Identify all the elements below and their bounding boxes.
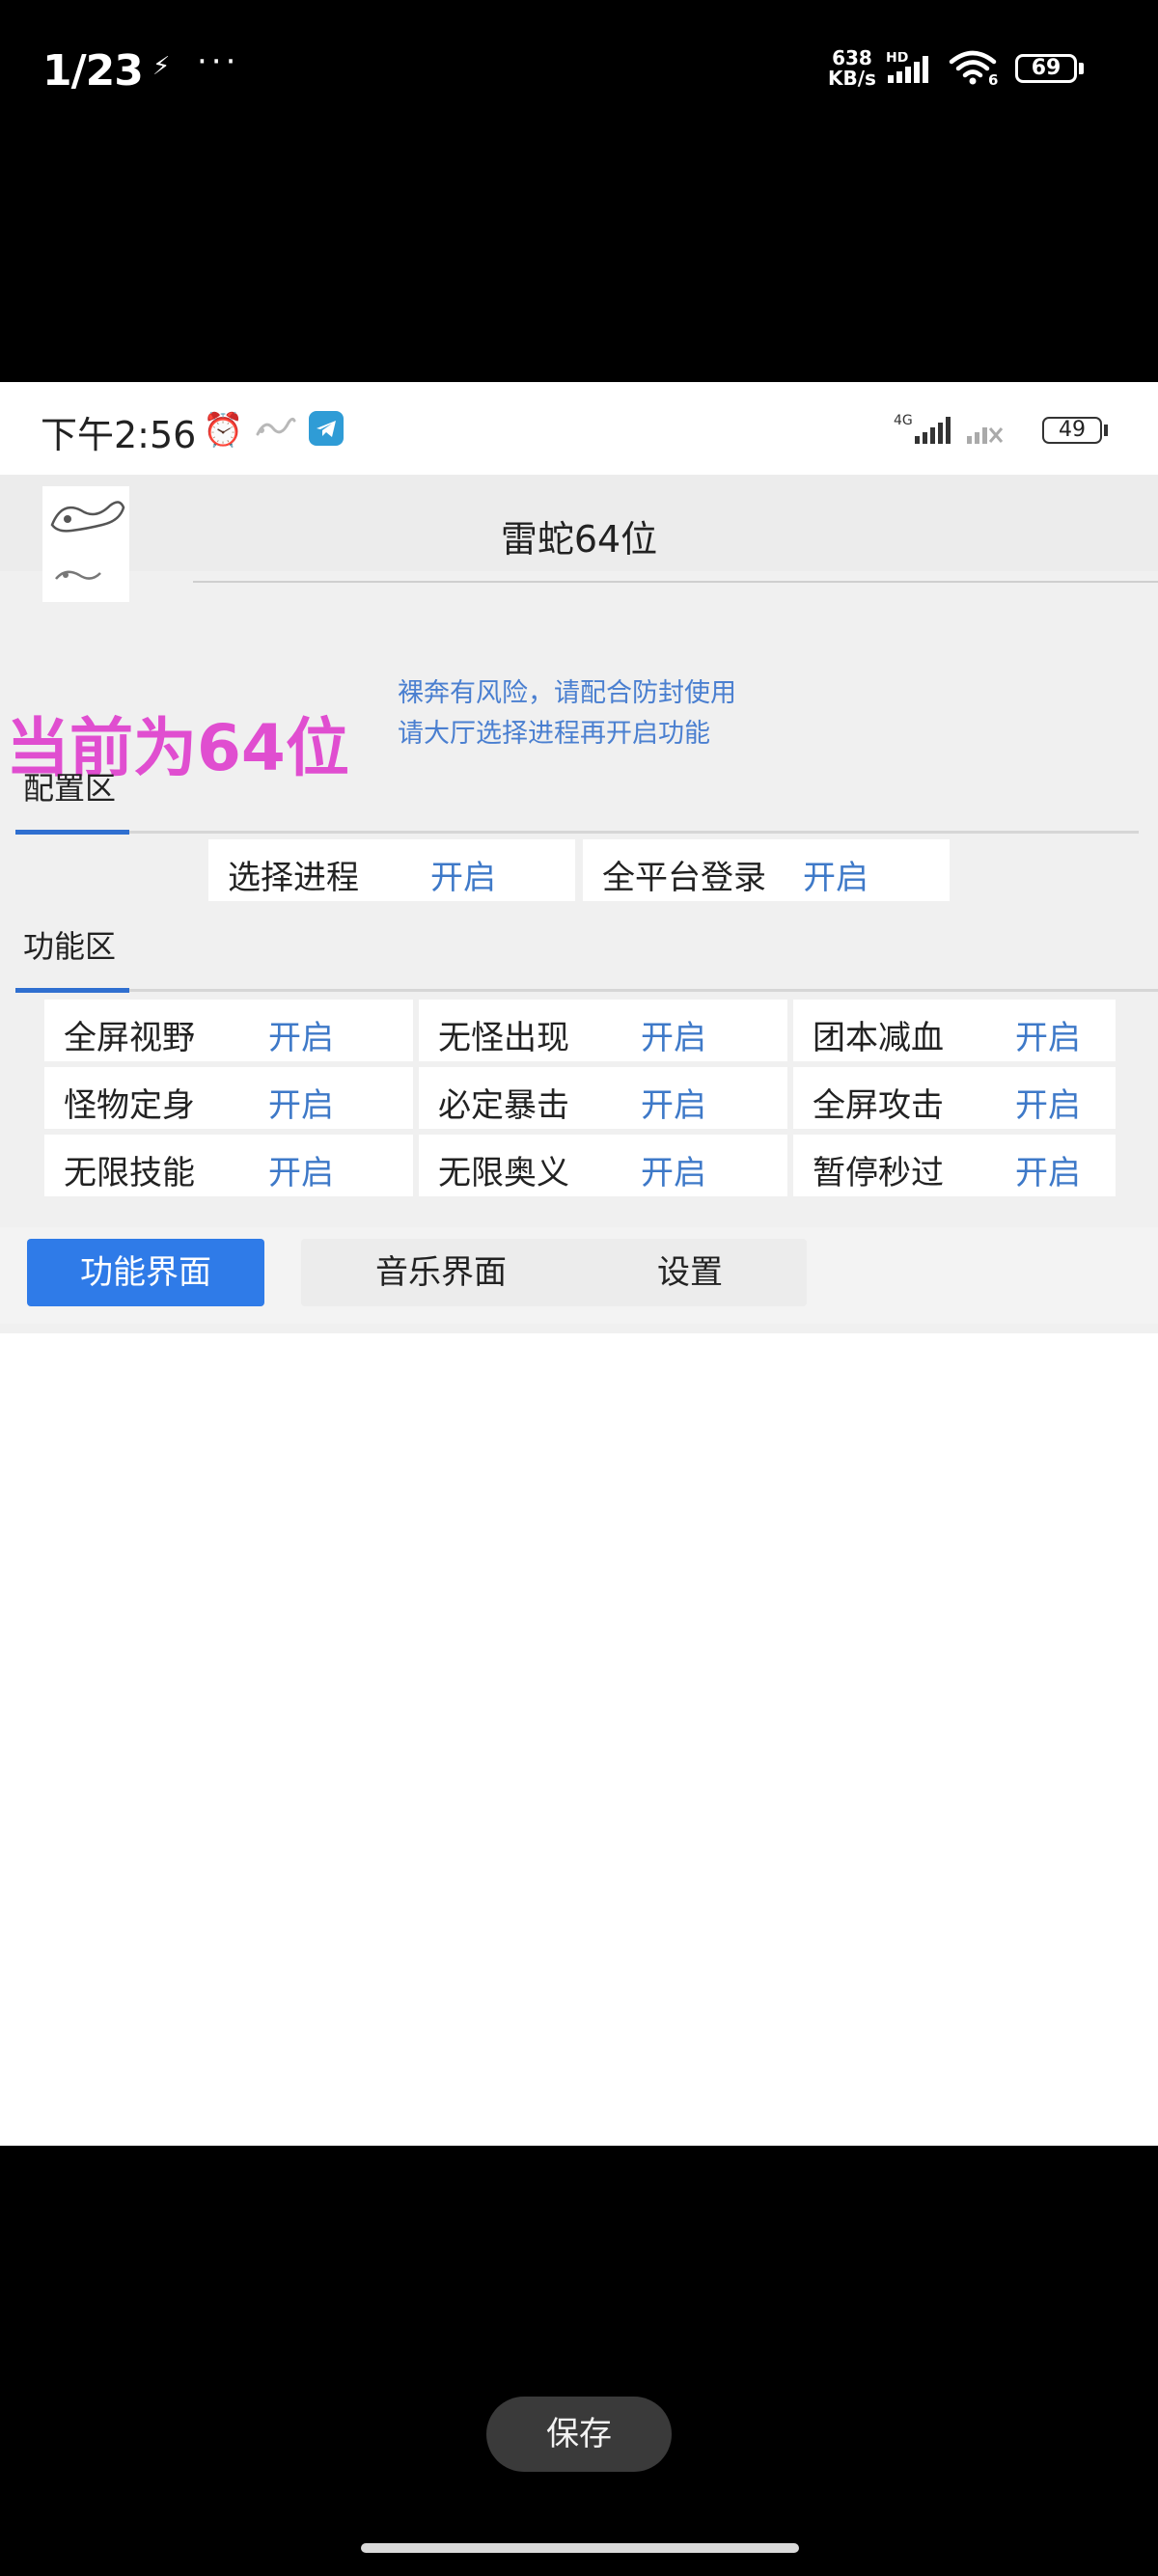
inner-battery-icon: 49 <box>1042 417 1102 444</box>
config-item-select-process[interactable]: 选择进程 开启 <box>208 839 575 901</box>
network-speed-value: 638 <box>832 46 872 69</box>
wifi6-label: 6 <box>988 71 999 89</box>
status-time: 1/23 <box>42 46 144 96</box>
config-section-divider <box>15 831 1139 834</box>
snake-notification-icon <box>256 417 296 436</box>
tab-music[interactable]: 音乐界面 <box>301 1239 581 1306</box>
function-section-title: 功能区 <box>23 928 117 965</box>
function-item[interactable]: 无限技能 开启 <box>44 1135 413 1196</box>
enable-toggle[interactable]: 开启 <box>1015 1079 1081 1126</box>
config-item-all-platform-login[interactable]: 全平台登录 开启 <box>583 839 950 901</box>
more-notifications-icon: ··· <box>197 42 240 81</box>
inner-battery-tip <box>1104 425 1108 436</box>
function-item-label: 必定暴击 <box>438 1086 569 1125</box>
config-section-accent <box>15 830 129 835</box>
enable-toggle[interactable]: 开启 <box>268 1146 334 1193</box>
config-item-label: 全平台登录 <box>602 859 766 897</box>
tab-function[interactable]: 功能界面 <box>27 1239 264 1306</box>
function-item-label: 无限技能 <box>64 1154 195 1192</box>
function-item-label: 无限奥义 <box>438 1154 569 1192</box>
function-item[interactable]: 全屏攻击 开启 <box>793 1067 1116 1129</box>
function-item-label: 暂停秒过 <box>813 1154 944 1192</box>
function-item-label: 团本减血 <box>813 1019 944 1057</box>
enable-toggle[interactable]: 开启 <box>641 1079 706 1126</box>
function-item-label: 全屏攻击 <box>813 1086 944 1125</box>
enable-toggle[interactable]: 开启 <box>1015 1011 1081 1058</box>
function-section-divider <box>15 989 1158 992</box>
warning-line-1: 裸奔有风险，请配合防封使用 <box>398 678 736 708</box>
inner-signal-icon: 4G <box>894 413 1004 444</box>
enable-toggle[interactable]: 开启 <box>803 851 868 898</box>
hd-label: HD <box>886 52 908 66</box>
network-speed-unit: KB/s <box>828 67 876 90</box>
function-item[interactable]: 团本减血 开启 <box>793 1000 1116 1061</box>
config-section-title: 配置区 <box>23 770 117 807</box>
enable-toggle[interactable]: 开启 <box>641 1146 706 1193</box>
app-title: 雷蛇64位 <box>500 518 658 561</box>
alarm-icon: ⏰ <box>203 411 244 450</box>
function-item-label: 无怪出现 <box>438 1019 569 1057</box>
function-item[interactable]: 暂停秒过 开启 <box>793 1135 1116 1196</box>
function-item[interactable]: 怪物定身 开启 <box>44 1067 413 1129</box>
function-item-label: 怪物定身 <box>64 1086 195 1125</box>
function-item[interactable]: 无怪出现 开启 <box>419 1000 787 1061</box>
battery-level: 69 <box>1031 56 1062 80</box>
function-item[interactable]: 无限奥义 开启 <box>419 1135 787 1196</box>
enable-toggle[interactable]: 开启 <box>430 851 496 898</box>
viewer-status-bar: 1/23 ⚡ ··· 638 KB/s HD 6 69 <box>0 0 1158 145</box>
tab-settings[interactable]: 设置 <box>573 1239 807 1306</box>
save-button[interactable]: 保存 <box>486 2397 672 2472</box>
config-item-label: 选择进程 <box>228 859 359 897</box>
charging-icon: ⚡ <box>152 52 171 81</box>
home-indicator[interactable] <box>361 2543 799 2553</box>
inner-battery-level: 49 <box>1059 418 1086 442</box>
enable-toggle[interactable]: 开启 <box>268 1079 334 1126</box>
screenshot-image: 下午2:56 ⏰ 4G 49 雷蛇64位 当前为64位 裸奔有风险，请配合防封使… <box>0 382 1158 2146</box>
function-section-accent <box>15 988 129 993</box>
battery-icon: 69 <box>1015 54 1077 83</box>
cell-signal-icon: HD <box>886 52 928 83</box>
warning-line-2: 请大厅选择进程再开启功能 <box>398 719 710 749</box>
battery-tip <box>1079 63 1084 74</box>
network-speed: 638 KB/s <box>828 48 876 89</box>
header-divider <box>193 581 1158 583</box>
function-item[interactable]: 必定暴击 开启 <box>419 1067 787 1129</box>
bottom-tab-bar: 功能界面 音乐界面 设置 <box>0 1227 1158 1324</box>
telegram-icon <box>309 411 344 446</box>
enable-toggle[interactable]: 开启 <box>268 1011 334 1058</box>
inner-status-time: 下午2:56 <box>41 414 197 456</box>
app-window: 雷蛇64位 当前为64位 裸奔有风险，请配合防封使用 请大厅选择进程再开启功能 … <box>0 475 1158 1333</box>
inner-status-bar: 下午2:56 ⏰ 4G 49 <box>0 382 1158 475</box>
function-item[interactable]: 全屏视野 开启 <box>44 1000 413 1061</box>
enable-toggle[interactable]: 开启 <box>1015 1146 1081 1193</box>
enable-toggle[interactable]: 开启 <box>641 1011 706 1058</box>
function-item-label: 全屏视野 <box>64 1019 195 1057</box>
network-type: 4G <box>894 413 913 428</box>
